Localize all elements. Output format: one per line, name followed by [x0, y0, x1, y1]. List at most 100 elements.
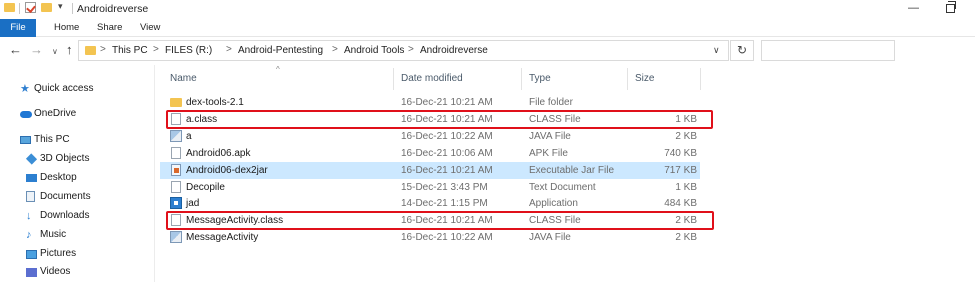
divider: [72, 3, 73, 14]
file-row-messageactivity-java[interactable]: MessageActivity 16-Dec-21 10:22 AM JAVA …: [160, 229, 700, 246]
file-size: 2 KB: [675, 131, 697, 142]
breadcrumb-separator[interactable]: >: [100, 44, 106, 55]
document-icon: [26, 191, 35, 202]
cube-icon: [25, 153, 38, 165]
ribbon: File Home Share View: [0, 19, 975, 37]
column-header-size[interactable]: Size: [635, 73, 654, 87]
file-size: 484 KB: [664, 198, 697, 209]
up-button[interactable]: ↑: [66, 42, 73, 58]
file-row-a-java[interactable]: a 16-Dec-21 10:22 AM JAVA File 2 KB: [160, 128, 700, 145]
file-name: Android06.apk: [186, 148, 251, 159]
file-date: 14-Dec-21 1:15 PM: [401, 198, 488, 209]
tab-share[interactable]: Share: [97, 19, 122, 37]
file-date: 15-Dec-21 3:43 PM: [401, 182, 488, 193]
column-header-name[interactable]: Name: [170, 73, 197, 87]
file-name: MessageActivity: [186, 232, 259, 243]
file-name: Decopile: [186, 182, 225, 193]
divider: [19, 3, 20, 14]
file-row-android06-apk[interactable]: Android06.apk 16-Dec-21 10:06 AM APK Fil…: [160, 145, 700, 162]
window-title: Androidreverse: [77, 3, 149, 15]
file-date: 16-Dec-21 10:21 AM: [401, 165, 493, 176]
new-folder-icon[interactable]: [41, 3, 52, 12]
column-header-date[interactable]: Date modified: [401, 73, 463, 87]
sidebar-item-label: Videos: [40, 266, 71, 277]
properties-icon[interactable]: [25, 2, 36, 13]
breadcrumb-this-pc[interactable]: This PC: [112, 45, 148, 56]
breadcrumb-android-pentesting[interactable]: Android-Pentesting: [238, 45, 323, 56]
file-type: Application: [529, 198, 578, 209]
address-dropdown-button[interactable]: ∨: [713, 45, 720, 56]
breadcrumb-androidreverse[interactable]: Androidreverse: [420, 45, 488, 56]
refresh-button[interactable]: ↻: [730, 40, 754, 61]
folder-icon: [85, 46, 96, 55]
file-date: 16-Dec-21 10:22 AM: [401, 232, 493, 243]
sidebar-item-label: Pictures: [40, 248, 77, 259]
column-divider[interactable]: [521, 68, 522, 90]
file-icon: [171, 147, 181, 159]
sidebar-item-label: Music: [40, 229, 67, 240]
highlight-box-messageactivity-class: [166, 211, 714, 230]
text-file-icon: [171, 181, 181, 193]
music-icon: ♪: [26, 229, 32, 241]
tab-view[interactable]: View: [140, 19, 160, 37]
navigation-pane: ★ Quick access OneDrive This PC 3D Objec…: [0, 65, 155, 282]
search-input[interactable]: [761, 40, 895, 61]
restore-button[interactable]: [946, 1, 956, 13]
file-type: File folder: [529, 97, 573, 108]
column-header-type[interactable]: Type: [529, 73, 551, 87]
breadcrumb-separator[interactable]: >: [226, 44, 232, 55]
column-divider[interactable]: [700, 68, 701, 90]
customize-toolbar-icon[interactable]: ▾: [58, 1, 63, 12]
star-icon: ★: [20, 83, 30, 95]
address-bar[interactable]: > This PC > FILES (R:) > Android-Pentest…: [78, 40, 729, 61]
sidebar-item-label: Documents: [40, 191, 91, 202]
file-type: JAVA File: [529, 232, 571, 243]
breadcrumb-files-drive[interactable]: FILES (R:): [165, 45, 212, 56]
file-type: APK File: [529, 148, 568, 159]
folder-icon[interactable]: [4, 3, 15, 12]
back-button[interactable]: ←: [9, 42, 22, 58]
file-row-dex-tools[interactable]: dex-tools-2.1 16-Dec-21 10:21 AM File fo…: [160, 94, 700, 111]
file-size: 1 KB: [675, 182, 697, 193]
sidebar-item-label: OneDrive: [34, 108, 77, 119]
breadcrumb-separator[interactable]: >: [153, 44, 159, 55]
sidebar-item-label: Quick access: [34, 83, 94, 94]
file-date: 16-Dec-21 10:06 AM: [401, 148, 493, 159]
sidebar-item-label: This PC: [34, 134, 70, 145]
file-date: 16-Dec-21 10:22 AM: [401, 131, 493, 142]
java-file-icon: [170, 130, 182, 142]
tab-file[interactable]: File: [0, 19, 36, 37]
download-icon: ↓: [26, 210, 32, 222]
minimize-button[interactable]: —: [908, 2, 919, 14]
title-bar: ▾ Androidreverse —: [0, 0, 975, 19]
desktop-icon: [26, 174, 37, 182]
breadcrumb-android-tools[interactable]: Android Tools: [344, 45, 404, 56]
java-file-icon: [170, 231, 182, 243]
sort-ascending-icon: ^: [276, 65, 280, 74]
video-icon: [26, 268, 37, 277]
forward-button[interactable]: →: [30, 42, 43, 58]
recent-locations-button[interactable]: ∨: [52, 44, 58, 60]
breadcrumb-separator[interactable]: >: [332, 44, 338, 55]
sidebar-item-label: Desktop: [40, 172, 77, 183]
file-name: Android06-dex2jar: [186, 165, 268, 176]
file-name: dex-tools-2.1: [186, 97, 244, 108]
breadcrumb-separator[interactable]: >: [408, 44, 414, 55]
pictures-icon: [26, 250, 37, 259]
file-row-decopile[interactable]: Decopile 15-Dec-21 3:43 PM Text Document…: [160, 179, 700, 196]
file-name: jad: [186, 198, 200, 209]
column-divider[interactable]: [393, 68, 394, 90]
file-type: JAVA File: [529, 131, 571, 142]
file-type: Text Document: [529, 182, 596, 193]
column-divider[interactable]: [627, 68, 628, 90]
tab-home[interactable]: Home: [54, 19, 79, 37]
computer-icon: [20, 136, 31, 144]
application-icon: [170, 197, 182, 209]
file-size: 2 KB: [675, 232, 697, 243]
file-row-jad[interactable]: jad 14-Dec-21 1:15 PM Application 484 KB: [160, 195, 700, 212]
cloud-icon: [20, 111, 32, 118]
sidebar-item-label: 3D Objects: [40, 153, 90, 164]
highlight-box-a-class: [166, 110, 713, 129]
sidebar-item-label: Downloads: [40, 210, 90, 221]
file-row-android06-dex2jar[interactable]: Android06-dex2jar 16-Dec-21 10:21 AM Exe…: [160, 162, 700, 179]
